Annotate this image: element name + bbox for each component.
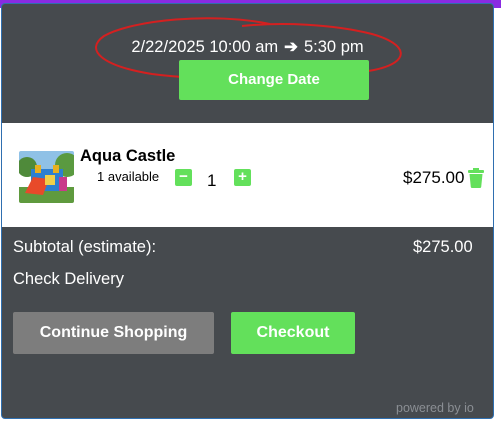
cart-item-row: Aqua Castle 1 available − 1 + $275.00: [2, 123, 493, 227]
powered-by-footer: powered by io: [396, 401, 474, 415]
checkout-button[interactable]: Checkout: [231, 312, 355, 354]
increase-quantity-button[interactable]: +: [234, 169, 251, 186]
rental-end: 5:30 pm: [304, 38, 364, 56]
rental-date-range: 2/22/2025 10:00 am ➔ 5:30 pm: [2, 36, 493, 58]
trash-icon[interactable]: [468, 168, 484, 188]
bounce-house-photo: [19, 151, 74, 203]
subtotal-value: $275.00: [413, 238, 473, 256]
decrease-quantity-button[interactable]: −: [175, 169, 192, 186]
subtotal-label: Subtotal (estimate):: [13, 238, 157, 256]
arrow-right-icon: ➔: [284, 38, 298, 56]
cart-panel: 2/22/2025 10:00 am ➔ 5:30 pm Change Date A…: [1, 3, 494, 419]
quantity-value: 1: [207, 171, 217, 190]
change-date-button[interactable]: Change Date: [179, 60, 369, 100]
continue-shopping-button[interactable]: Continue Shopping: [13, 312, 214, 354]
item-price: $275.00: [403, 168, 465, 187]
item-availability: 1 available: [97, 169, 160, 184]
rental-start: 2/22/2025 10:00 am: [131, 38, 279, 56]
item-name: Aqua Castle: [80, 147, 176, 165]
check-delivery-link[interactable]: Check Delivery: [13, 270, 124, 289]
